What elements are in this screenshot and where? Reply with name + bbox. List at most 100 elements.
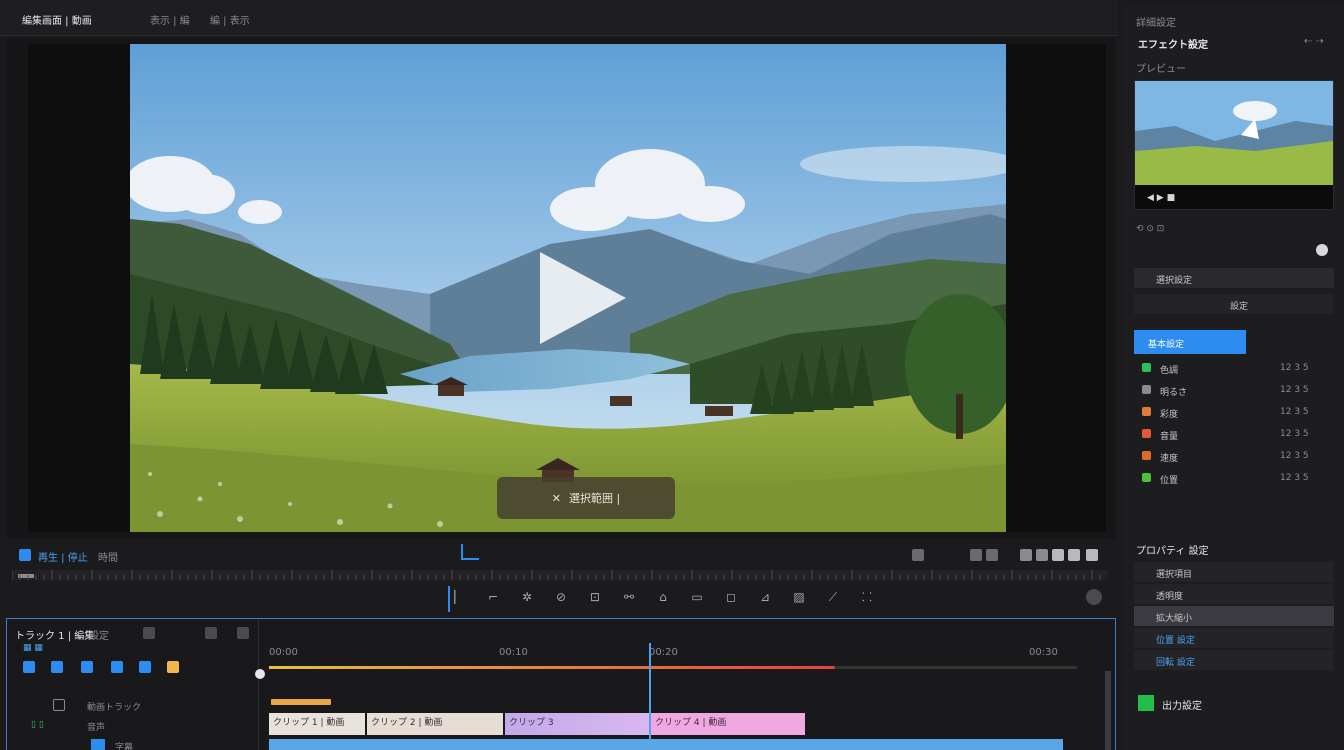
fullscreen-icon[interactable]	[1052, 549, 1064, 561]
play-pause-icon[interactable]	[19, 549, 31, 561]
render-bar	[269, 666, 1077, 669]
snap-icon[interactable]	[143, 627, 155, 639]
property-row[interactable]: 音量 12 3 5	[1134, 424, 1334, 444]
selected-tab[interactable]: 基本設定	[1134, 330, 1246, 354]
inspector-panel: 詳細設定 エフェクト設定 ⇠ ⇢ プレビュー ◀ ▶ ■ ⟲ ⊙ ⊡ 選択設定 …	[1124, 6, 1344, 750]
pen-tool-icon[interactable]: ⊿	[758, 590, 772, 604]
ruler-mark-3: 00:30	[1029, 647, 1058, 658]
properties-row[interactable]: 回転 設定	[1134, 650, 1334, 670]
property-row[interactable]: 位置 12 3 5	[1134, 468, 1334, 488]
track-visibility-icon[interactable]	[53, 699, 65, 711]
snapshot-icon[interactable]	[1036, 549, 1048, 561]
input-row[interactable]: 選択設定	[1134, 268, 1334, 288]
property-color-icon	[1142, 473, 1151, 482]
timeline-panel: トラック 1 | 編集 設定 ▦ ▦ 動画トラック ▯ ▯ 音声 字幕 00:0…	[6, 618, 1116, 750]
export-label: 出力設定	[1162, 701, 1202, 712]
crop-tool-icon[interactable]: ⊡	[588, 590, 602, 604]
property-label: 色調	[1160, 366, 1179, 376]
marker-tool-icon[interactable]: ▭	[690, 590, 704, 604]
properties-row[interactable]: 選択項目	[1134, 562, 1334, 582]
property-value: 12 3 5	[1280, 363, 1309, 373]
menu-edit[interactable]: 編 | 表示	[210, 12, 250, 27]
scrubber-bar[interactable]	[11, 568, 1108, 582]
playback-controls: 再生 | 停止 時間	[6, 540, 1116, 568]
audio-waveform-track[interactable]	[269, 739, 1063, 750]
track-area[interactable]: 00:00 00:10 00:20 00:30 クリップ 1 | 動画 クリップ…	[255, 619, 1117, 750]
volume-icon[interactable]	[912, 549, 924, 561]
cursor-tool-icon[interactable]: ▏	[452, 590, 466, 604]
color-label-icon[interactable]	[167, 661, 179, 673]
time-label: 時間	[98, 553, 118, 564]
mask-tool-icon[interactable]: ▨	[792, 590, 806, 604]
properties-title: プロパティ 設定	[1136, 546, 1209, 557]
export-row[interactable]: 出力設定	[1134, 692, 1334, 714]
timeline-ruler[interactable]: 00:00 00:10 00:20 00:30	[269, 647, 1077, 671]
export-frame-icon[interactable]	[1068, 549, 1080, 561]
video-clip-2[interactable]: クリップ 2 | 動画	[367, 713, 503, 735]
loop-icon[interactable]	[970, 549, 982, 561]
inspector-title: 詳細設定	[1136, 18, 1176, 29]
blade-tool-icon[interactable]: ⟋	[826, 590, 840, 604]
video-clip-3[interactable]: クリップ 3	[505, 713, 649, 735]
properties-row-label: 選択項目	[1156, 570, 1193, 580]
audio-marker[interactable]	[271, 699, 331, 705]
add-text-track-icon[interactable]	[81, 661, 93, 673]
track-label-1: 動画トラック	[87, 703, 142, 713]
audio-track-mute-icon[interactable]: ▯ ▯	[31, 720, 44, 730]
edit-toolbar: ▏ ⌐ ✲ ⊘ ⊡ ⚯ ⌂ ▭ ◻ ⊿ ▨ ⟋ ⸬	[440, 586, 1100, 610]
settings-icon[interactable]	[1020, 549, 1032, 561]
safe-margins-icon[interactable]	[986, 549, 998, 561]
preview-controls[interactable]: ◀ ▶ ■	[1147, 193, 1175, 203]
field-row[interactable]: 設定	[1134, 294, 1334, 314]
add-transition-icon[interactable]	[139, 661, 151, 673]
export-icon[interactable]	[1138, 695, 1154, 711]
layout-icon[interactable]	[1086, 549, 1098, 561]
property-row[interactable]: 彩度 12 3 5	[1134, 402, 1334, 422]
link-tool-icon[interactable]: ⚯	[622, 590, 636, 604]
properties-row[interactable]: 位置 設定	[1134, 628, 1334, 648]
thumbnail-preview[interactable]: ◀ ▶ ■	[1134, 80, 1334, 210]
info-icon[interactable]	[1086, 589, 1102, 605]
toolbar-playhead	[448, 586, 450, 612]
transform-controls[interactable]: ⟲ ⊙ ⊡	[1136, 224, 1164, 234]
track-menu-icon[interactable]	[237, 627, 249, 639]
text-tool-icon[interactable]: ◻	[724, 590, 738, 604]
property-label: 位置	[1160, 476, 1179, 486]
menu-view[interactable]: 表示 | 編	[150, 12, 190, 27]
properties-row[interactable]: 拡大縮小	[1134, 606, 1334, 626]
caption-overlay[interactable]: ✕ 選択範囲 |	[497, 477, 675, 519]
add-audio-track-icon[interactable]	[51, 661, 63, 673]
video-clip-1[interactable]: クリップ 1 | 動画	[269, 713, 365, 735]
section-title: エフェクト設定	[1138, 40, 1208, 51]
property-row[interactable]: 色調 12 3 5	[1134, 358, 1334, 378]
add-video-track-icon[interactable]	[23, 661, 35, 673]
subtitle-track-icon[interactable]	[91, 739, 105, 750]
property-label: 明るさ	[1160, 388, 1188, 398]
properties-row[interactable]: 透明度	[1134, 584, 1334, 604]
playhead-handle-icon[interactable]	[255, 669, 265, 679]
caption-close-icon[interactable]: ✕	[552, 492, 561, 505]
timeline-title: トラック 1 | 編集	[15, 631, 95, 642]
property-color-icon	[1142, 363, 1151, 372]
reset-icon[interactable]	[1316, 244, 1328, 256]
property-label: 速度	[1160, 454, 1179, 464]
ripple-tool-icon[interactable]: ✲	[520, 590, 534, 604]
panel-nav-icon[interactable]: ⇠ ⇢	[1304, 36, 1324, 47]
property-value: 12 3 5	[1280, 385, 1309, 395]
preview-subtitle: プレビュー	[1136, 64, 1186, 75]
slip-tool-icon[interactable]: ⊘	[554, 590, 568, 604]
field-row-label: 設定	[1230, 302, 1249, 312]
in-point-marker-icon[interactable]	[461, 544, 479, 560]
trim-tool-icon[interactable]: ⌐	[486, 590, 500, 604]
hand-tool-icon[interactable]: ⸬	[860, 590, 874, 604]
play-icon[interactable]	[538, 250, 628, 349]
add-effect-icon[interactable]	[111, 661, 123, 673]
thumbnail-image	[1135, 81, 1333, 185]
shape-tool-icon[interactable]: ⌂	[656, 590, 670, 604]
timeline-settings-label[interactable]: 設定	[89, 627, 109, 642]
property-row[interactable]: 速度 12 3 5	[1134, 446, 1334, 466]
video-clip-4[interactable]: クリップ 4 | 動画	[651, 713, 805, 735]
property-row[interactable]: 明るさ 12 3 5	[1134, 380, 1334, 400]
timeline-scrollbar[interactable]	[1105, 671, 1111, 750]
zoom-icon[interactable]	[205, 627, 217, 639]
